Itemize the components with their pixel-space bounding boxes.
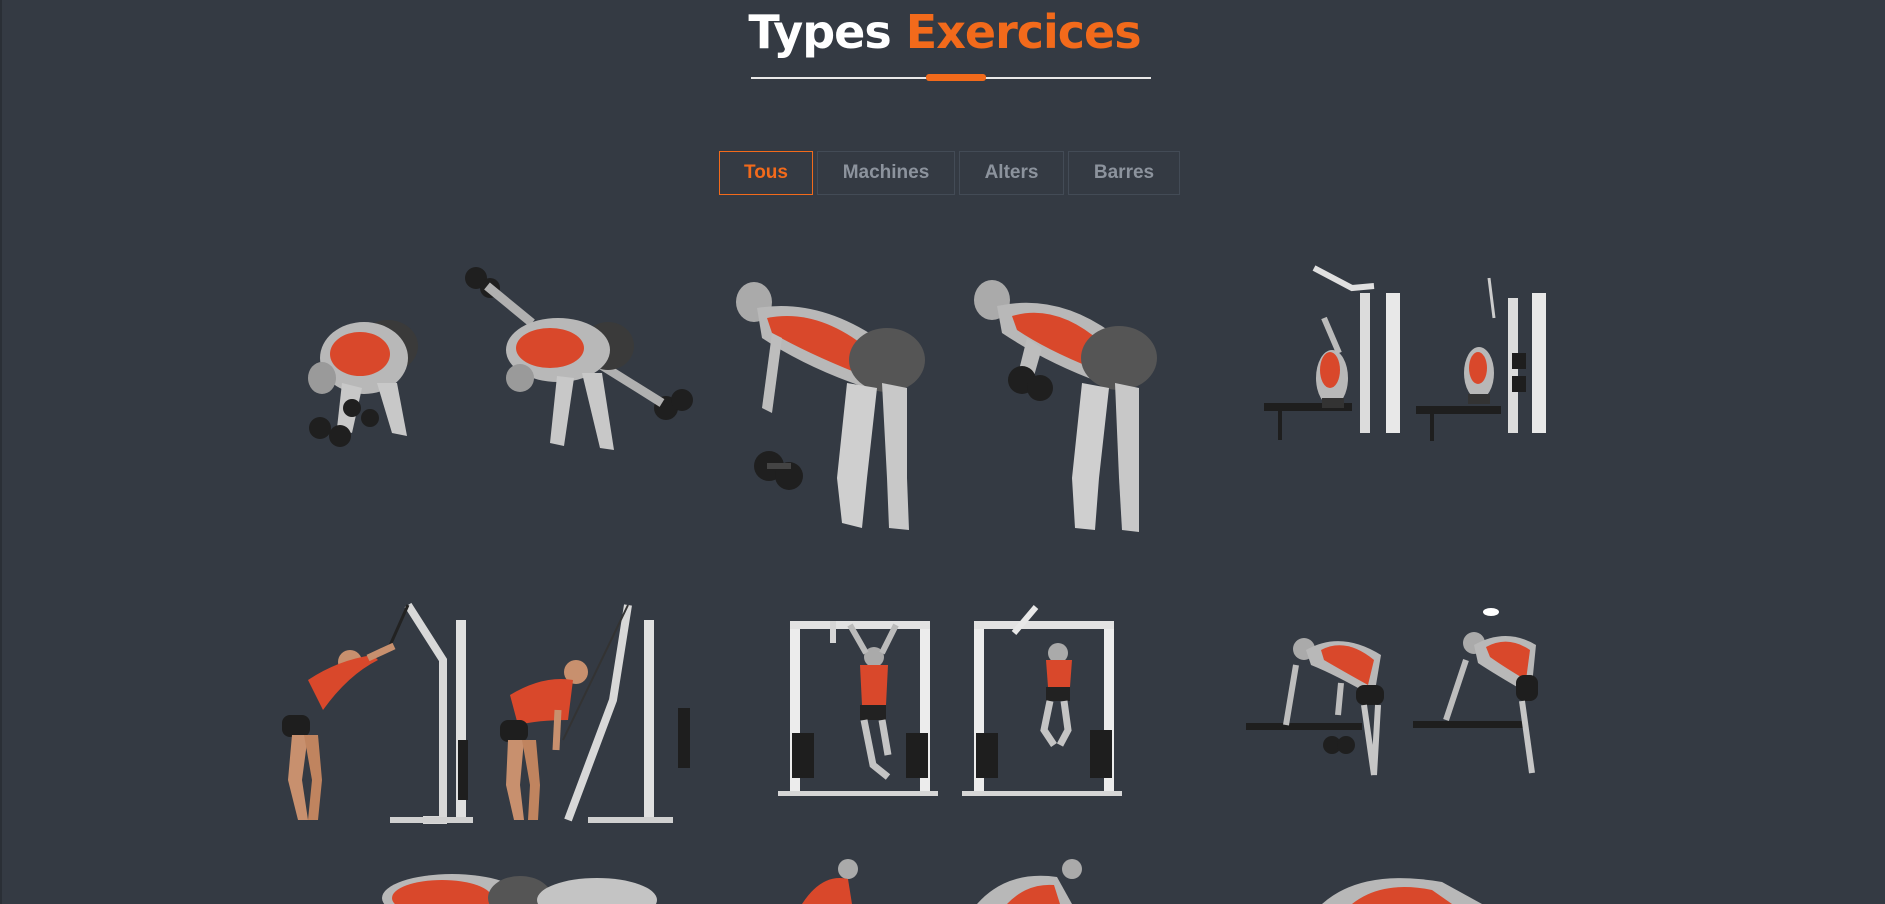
exercise-card[interactable] — [278, 600, 718, 830]
lat-pulldown-machine-icon — [1264, 265, 1546, 441]
exercise-card[interactable] — [282, 258, 712, 498]
one-arm-dumbbell-row-icon — [1246, 608, 1538, 776]
section-title: Types Exercices — [2, 2, 1885, 62]
exercise-card[interactable] — [792, 855, 1092, 904]
filter-machines-button[interactable]: Machines — [817, 151, 955, 195]
exercise-illustration-icon — [802, 859, 1082, 904]
section-title-part2: Exercices — [905, 5, 1142, 59]
filter-bar: Tous Machines Alters Barres — [719, 151, 1180, 195]
exercise-card[interactable] — [778, 605, 1128, 805]
exercise-card[interactable] — [1312, 868, 1492, 904]
filter-alters-button[interactable]: Alters — [959, 151, 1064, 195]
exercise-illustration-icon — [382, 874, 657, 904]
exercise-illustration-icon — [1322, 878, 1482, 904]
exercise-card[interactable] — [1246, 605, 1556, 785]
section-title-part1: Types — [748, 5, 891, 59]
cable-straight-arm-pulldown-icon — [282, 602, 690, 824]
filter-barres-button[interactable]: Barres — [1068, 151, 1180, 195]
title-divider-accent — [926, 74, 986, 81]
filter-tous-button[interactable]: Tous — [719, 151, 813, 195]
dumbbell-rear-delt-fly-icon — [308, 267, 693, 450]
exercise-card[interactable] — [727, 278, 1167, 558]
assisted-pull-up-machine-icon — [778, 605, 1122, 796]
exercise-card[interactable] — [372, 858, 672, 904]
dumbbell-bent-over-row-icon — [736, 280, 1157, 532]
page: Types Exercices Tous Machines Alters Bar… — [0, 0, 1885, 904]
exercise-card[interactable] — [1264, 258, 1554, 458]
